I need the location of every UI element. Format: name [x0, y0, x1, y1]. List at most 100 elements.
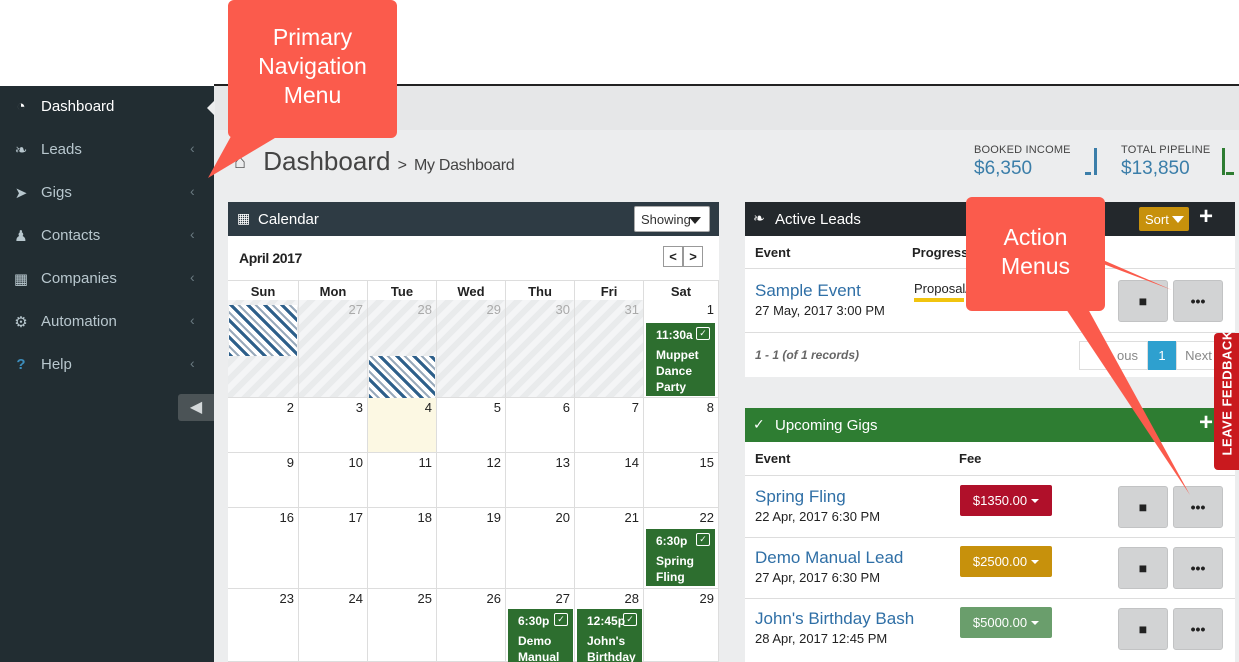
pager-previous[interactable]: ous	[1079, 341, 1148, 370]
calendar-day-cell[interactable]: 16	[228, 508, 299, 589]
calendar-event[interactable]: 6:30p ✓ Spring Fling	[646, 529, 715, 586]
comment-icon: ■	[1138, 499, 1148, 515]
showing-dropdown[interactable]: Showing	[634, 206, 710, 232]
nav-item-companies[interactable]: ▦ Companies ‹	[0, 258, 214, 301]
day-number: 22	[699, 510, 714, 525]
calendar-day-cell[interactable]: 29	[437, 300, 506, 398]
add-gig-button[interactable]: +	[1199, 409, 1213, 437]
sort-dropdown[interactable]: Sort	[1139, 207, 1189, 231]
comment-icon: ■	[1138, 560, 1148, 576]
calendar-day-cell[interactable]: 2	[228, 398, 299, 453]
action-menu-button[interactable]: •••	[1173, 608, 1223, 650]
nav-item-help[interactable]: ? Help ‹	[0, 344, 214, 387]
lead-name-link[interactable]: Sample Event	[755, 281, 861, 301]
day-number: 17	[348, 510, 363, 525]
calendar-day-cell[interactable]: 12	[437, 453, 506, 508]
calendar-event[interactable]: 12:45p ✓ John's Birthday	[577, 609, 642, 662]
callout-actions-text: Action Menus	[1000, 224, 1071, 279]
action-menu-button[interactable]: •••	[1173, 486, 1223, 528]
gear-icon: ⚙	[14, 314, 28, 331]
nav-item-gigs[interactable]: ➤ Gigs ‹	[0, 172, 214, 215]
callout-action-menus: Action Menus	[966, 197, 1105, 311]
calendar-day-cell[interactable]: 13	[506, 453, 575, 508]
gig-name-link[interactable]: Spring Fling	[755, 487, 846, 507]
event-name: Spring Fling	[656, 554, 694, 584]
calendar-day-cell[interactable]: 4	[368, 398, 437, 453]
nav-item-contacts[interactable]: ♟ Contacts ‹	[0, 215, 214, 258]
action-menu-button[interactable]: •••	[1173, 547, 1223, 589]
day-number: 10	[348, 455, 363, 470]
calendar-day-cell[interactable]: 6	[506, 398, 575, 453]
nav-label-dashboard: Dashboard	[41, 98, 115, 115]
gig-fee-dropdown[interactable]: $5000.00	[960, 607, 1052, 638]
calendar-pattern	[229, 305, 297, 356]
calendar-event[interactable]: 6:30p ✓ Demo Manual	[508, 609, 573, 662]
comment-button[interactable]: ■	[1118, 608, 1168, 650]
comment-button[interactable]: ■	[1118, 486, 1168, 528]
day-header: Fri	[575, 280, 644, 300]
nav-item-automation[interactable]: ⚙ Automation ‹	[0, 301, 214, 344]
calendar-day-cell[interactable]: 10	[299, 453, 368, 508]
calendar-day-cell[interactable]: 21	[575, 508, 644, 589]
nav-item-leads[interactable]: ❧ Leads ‹	[0, 129, 214, 172]
calendar-day-cell[interactable]: 30	[506, 300, 575, 398]
caret-down-icon	[1031, 560, 1040, 564]
calendar-day-cell[interactable]: 20	[506, 508, 575, 589]
day-number: 31	[624, 302, 639, 317]
comment-button[interactable]: ■	[1118, 547, 1168, 589]
calendar-prev-button[interactable]: <	[663, 246, 683, 267]
calendar-day-cell[interactable]: 18	[368, 508, 437, 589]
ellipsis-icon: •••	[1190, 293, 1206, 309]
calendar-day-cell[interactable]: 8	[644, 398, 719, 453]
calendar-next-button[interactable]: >	[683, 246, 703, 267]
calendar-day-cell[interactable]: 17	[299, 508, 368, 589]
calendar-title: Calendar	[258, 211, 319, 228]
upcoming-gigs-title: Upcoming Gigs	[775, 417, 878, 434]
calendar-day-cell[interactable]: 5	[437, 398, 506, 453]
sidebar-collapse-button[interactable]: ◀	[178, 394, 214, 421]
add-lead-button[interactable]: +	[1199, 203, 1213, 231]
day-number: 1	[706, 302, 714, 317]
calendar-day-cell[interactable]: 23	[228, 589, 299, 662]
gig-fee: $2500.00	[972, 554, 1028, 569]
home-icon: ⌂	[234, 151, 247, 173]
calendar-day-cell[interactable]: 9	[228, 453, 299, 508]
gig-fee-dropdown[interactable]: $2500.00	[960, 546, 1052, 577]
calendar-day-cell[interactable]: 19	[437, 508, 506, 589]
calendar-day-cell[interactable]: 26	[437, 589, 506, 662]
day-number: 6	[562, 400, 570, 415]
calendar-day-cell[interactable]: 31	[575, 300, 644, 398]
calendar-day-cell[interactable]: 7	[575, 398, 644, 453]
day-number: 26	[486, 591, 501, 606]
kpi-pipeline-bar	[1222, 148, 1225, 175]
action-menu-button[interactable]: •••	[1173, 280, 1223, 322]
calendar-pattern	[369, 356, 435, 398]
comment-icon: ■	[1138, 621, 1148, 637]
calendar-day-cell[interactable]: 29	[644, 589, 719, 662]
gig-fee-dropdown[interactable]: $1350.00	[960, 485, 1052, 516]
pager-page-1[interactable]: 1	[1148, 341, 1176, 370]
comment-button[interactable]: ■	[1118, 280, 1168, 322]
day-number: 27	[555, 591, 570, 606]
leaf-icon: ❧	[14, 142, 28, 159]
gig-name-link[interactable]: Demo Manual Lead	[755, 548, 903, 568]
gig-date: 27 Apr, 2017 6:30 PM	[755, 570, 881, 585]
gig-name-link[interactable]: John's Birthday Bash	[755, 609, 914, 629]
calendar-day-cell[interactable]: 11	[368, 453, 437, 508]
calendar-day-cell[interactable]: 15	[644, 453, 719, 508]
chevron-left-icon: ‹	[190, 269, 195, 285]
day-number: 7	[631, 400, 639, 415]
calendar-event[interactable]: 11:30a ✓ Muppet Dance Party	[646, 323, 715, 396]
calendar-day-cell[interactable]: 24	[299, 589, 368, 662]
calendar-day-cell[interactable]: 27	[299, 300, 368, 398]
calendar-check-icon: ✓	[696, 327, 710, 340]
kpi-booked-value: $6,350	[974, 158, 1033, 179]
day-number: 4	[424, 400, 432, 415]
calendar-day-cell[interactable]: 3	[299, 398, 368, 453]
leave-feedback-tab[interactable]: LEAVE FEEDBACK	[1214, 330, 1239, 470]
question-icon: ?	[16, 356, 26, 373]
calendar-day-cell[interactable]: 25	[368, 589, 437, 662]
callout-primary-navigation: Primary Navigation Menu	[228, 0, 397, 138]
calendar-day-cell[interactable]: 14	[575, 453, 644, 508]
nav-item-dashboard[interactable]: ◔ Dashboard	[0, 86, 214, 129]
